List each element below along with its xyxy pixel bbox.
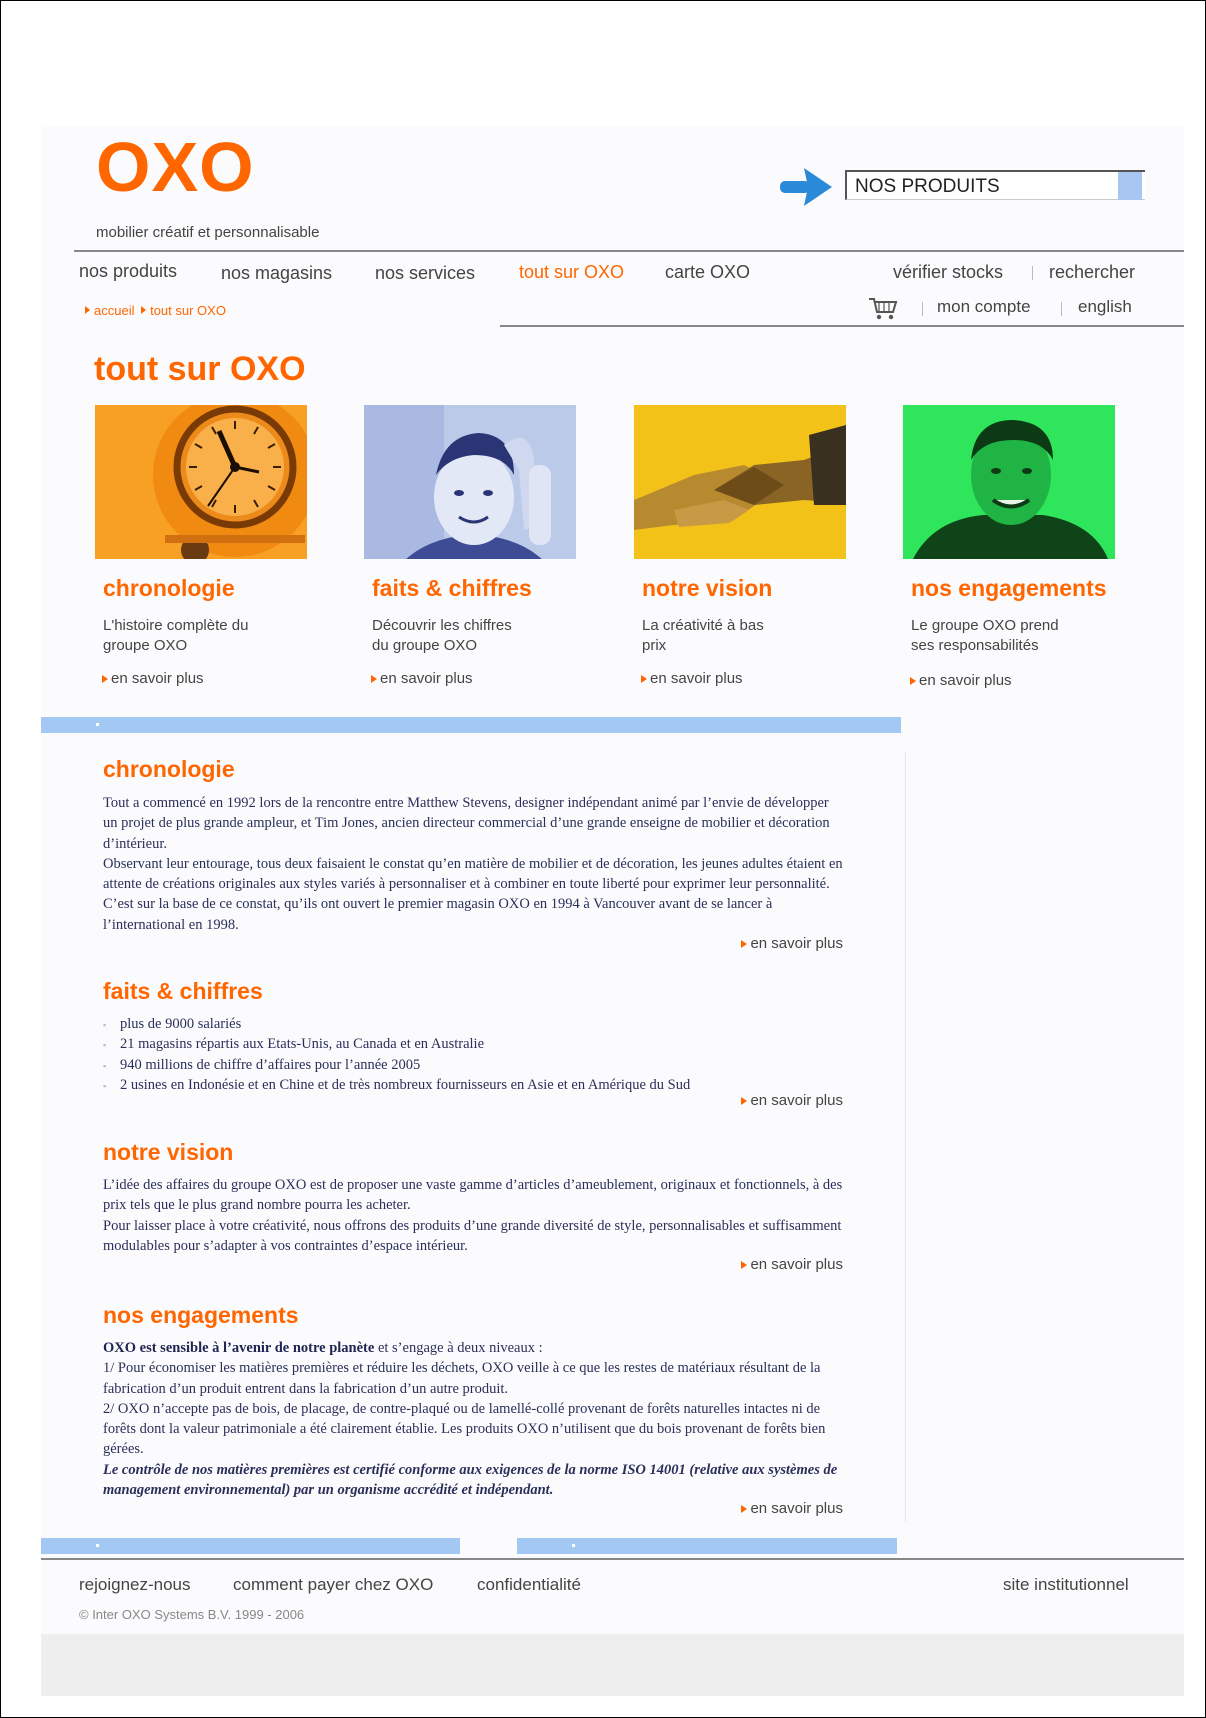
section-faits-chiffres: faits & chiffres plus de 9000 salariés 2… (103, 978, 843, 1109)
nav-carte-oxo[interactable]: carte OXO (665, 262, 750, 283)
section-title: nos engagements (103, 1302, 299, 1328)
product-search-box[interactable]: NOS PRODUITS (845, 170, 1145, 200)
card-more-link[interactable]: en savoir plus (102, 670, 204, 687)
nav-mon-compte[interactable]: mon compte (937, 297, 1031, 317)
footer-bar-left (41, 1538, 460, 1554)
triangle-bullet-icon (102, 675, 108, 683)
breadcrumb-accueil[interactable]: accueil (94, 303, 134, 318)
section-body: Tout a commencé en 1992 lors de la renco… (103, 795, 843, 933)
subnav-rule (500, 325, 1184, 327)
section-title: faits & chiffres (103, 978, 263, 1004)
card-more-link[interactable]: en savoir plus (641, 670, 743, 687)
clock-photo[interactable] (95, 405, 307, 559)
bottom-band (41, 1634, 1184, 1696)
footer-rejoignez-nous[interactable]: rejoignez-nous (79, 1575, 191, 1595)
tagline: mobilier créatif et personnalisable (96, 224, 320, 241)
triangle-bullet-icon (641, 675, 647, 683)
nav-nos-produits[interactable]: nos produits (79, 261, 177, 282)
card-title[interactable]: faits & chiffres (372, 575, 619, 602)
triangle-bullet-icon (85, 306, 90, 314)
card-description: L'histoire complète du groupe OXO (103, 617, 249, 654)
nav-separator (1032, 266, 1033, 280)
triangle-bullet-icon (910, 677, 916, 685)
triangle-bullet-icon (141, 306, 147, 314)
section-body: OXO est sensible à l’avenir de notre pla… (103, 1340, 838, 1499)
man-portrait-photo[interactable] (903, 405, 1115, 559)
triangle-bullet-icon (741, 940, 748, 949)
breadcrumb: accueil tout sur OXO (85, 303, 226, 318)
triangle-bullet-icon (371, 675, 377, 683)
nav-separator (922, 302, 923, 316)
section-chronologie: chronologie Tout a commencé en 1992 lors… (103, 756, 843, 952)
triangle-bullet-icon (741, 1505, 748, 1514)
search-go-button[interactable] (1118, 172, 1142, 200)
cart-icon[interactable] (867, 296, 901, 322)
section-body: L’idée des affaires du groupe OXO est de… (103, 1177, 843, 1254)
card-description: Découvrir les chiffres du groupe OXO (372, 617, 512, 654)
footer-comment-payer[interactable]: comment payer chez OXO (233, 1575, 433, 1595)
card-description: Le groupe OXO prend ses responsabilités (911, 617, 1059, 654)
nav-verifier-stocks[interactable]: vérifier stocks (893, 262, 1003, 283)
nav-nos-magasins[interactable]: nos magasins (221, 263, 332, 284)
nav-tout-sur-oxo[interactable]: tout sur OXO (519, 262, 624, 283)
arrow-right-icon (780, 168, 832, 206)
oxo-logo[interactable]: OXO (96, 132, 255, 202)
breadcrumb-tout-sur-oxo[interactable]: tout sur OXO (150, 303, 226, 318)
card-title[interactable]: nos engagements (911, 575, 1158, 602)
card-description: La créativité à bas prix (642, 617, 764, 654)
section-title: chronologie (103, 756, 235, 782)
list-item: 2 usines en Indonésie et en Chine et de … (103, 1075, 843, 1097)
footer-confidentialite[interactable]: confidentialité (477, 1575, 581, 1595)
footer-site-institutionnel[interactable]: site institutionnel (1003, 1575, 1129, 1595)
nav-rechercher[interactable]: rechercher (1049, 262, 1135, 283)
card-title[interactable]: notre vision (642, 575, 889, 602)
card-faits-chiffres: faits & chiffres Découvrir les chiffres … (364, 405, 619, 687)
section-more-link[interactable]: en savoir plus (103, 935, 843, 952)
nav-nos-services[interactable]: nos services (375, 263, 475, 284)
triangle-bullet-icon (741, 1097, 748, 1106)
section-more-link[interactable]: en savoir plus (103, 1256, 843, 1273)
facts-list: plus de 9000 salariés 21 magasins répart… (103, 1014, 843, 1097)
section-more-link[interactable]: en savoir plus (103, 1500, 843, 1517)
list-item: plus de 9000 salariés (103, 1014, 843, 1036)
card-more-link[interactable]: en savoir plus (371, 670, 473, 687)
nav-separator (1061, 302, 1062, 316)
divider-bar (41, 717, 901, 733)
card-nos-engagements: nos engagements Le groupe OXO prend ses … (903, 405, 1158, 689)
triangle-bullet-icon (741, 1261, 748, 1270)
child-photo[interactable] (364, 405, 576, 559)
section-title: notre vision (103, 1139, 234, 1165)
column-divider (905, 752, 906, 1522)
header-rule (74, 250, 1184, 252)
handshake-photo[interactable] (634, 405, 846, 559)
nav-english[interactable]: english (1078, 297, 1132, 317)
page-title: tout sur OXO (94, 350, 306, 388)
card-chronologie: chronologie L'histoire complète du group… (95, 405, 350, 687)
copyright: © Inter OXO Systems B.V. 1999 - 2006 (79, 1607, 305, 1622)
card-notre-vision: notre vision La créativité à bas prix en… (634, 405, 889, 687)
section-nos-engagements: nos engagements OXO est sensible à l’ave… (103, 1302, 843, 1517)
list-item: 940 millions de chiffre d’affaires pour … (103, 1055, 843, 1077)
list-item: 21 magasins répartis aux Etats-Unis, au … (103, 1034, 843, 1056)
card-more-link[interactable]: en savoir plus (910, 672, 1012, 689)
card-title[interactable]: chronologie (103, 575, 350, 602)
footer-rule (41, 1558, 1184, 1560)
section-notre-vision: notre vision L’idée des affaires du grou… (103, 1139, 843, 1273)
footer-bar-right (517, 1538, 897, 1554)
